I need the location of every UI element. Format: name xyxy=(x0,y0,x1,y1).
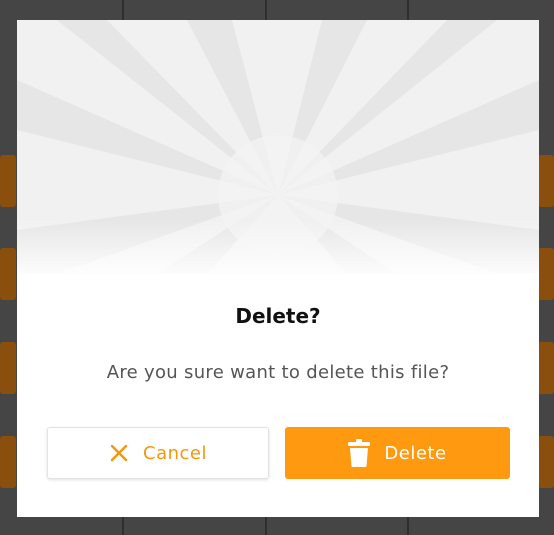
delete-button-label: Delete xyxy=(384,442,447,464)
delete-dialog: Delete? Are you sure want to delete this… xyxy=(17,20,539,517)
cancel-button-label: Cancel xyxy=(143,442,207,464)
background-item xyxy=(538,436,554,488)
dialog-illustration xyxy=(17,20,539,274)
delete-button[interactable]: Delete xyxy=(285,427,510,479)
cancel-button[interactable]: Cancel xyxy=(47,427,269,479)
dialog-title: Delete? xyxy=(235,304,321,328)
dialog-message: Are you sure want to delete this file? xyxy=(106,362,450,383)
background-item xyxy=(538,155,554,207)
background-item xyxy=(538,342,554,394)
background-item xyxy=(0,436,16,488)
background-item xyxy=(0,155,16,207)
close-x-icon xyxy=(109,443,129,463)
background-item xyxy=(0,248,16,300)
background-item xyxy=(0,342,16,394)
trash-icon xyxy=(348,439,371,467)
background-item xyxy=(538,248,554,300)
